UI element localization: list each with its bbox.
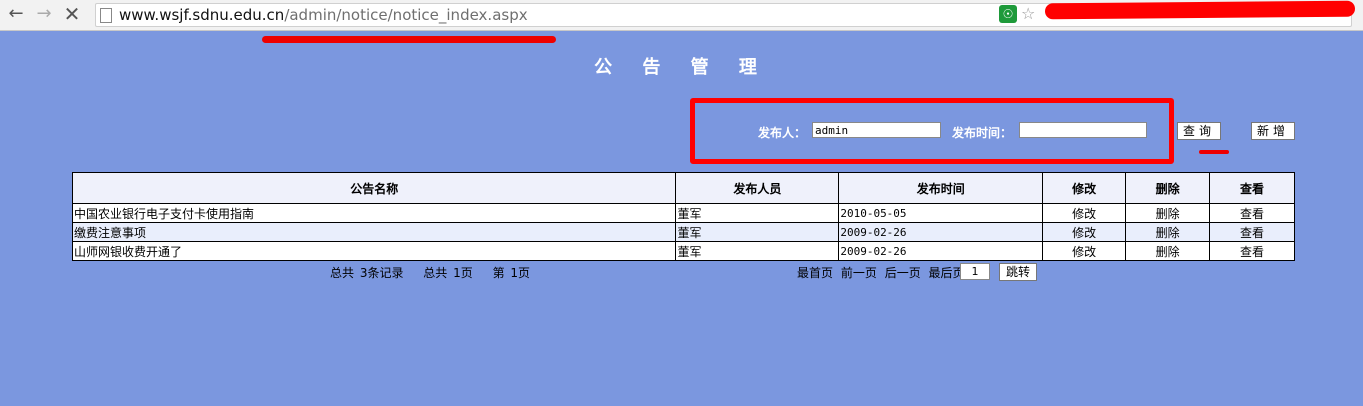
date-cell: 2009-02-26 [838, 222, 1044, 242]
publisher-cell: 董军 [675, 222, 840, 242]
table-row: 山师网银收费开通了 董军 2009-02-26 修改 删除 查看 [71, 241, 1295, 261]
pagination: 最首页 前一页 后一页 最后页 [797, 264, 969, 281]
header-notice-name: 公告名称 [71, 172, 677, 204]
page-number-input[interactable]: 1 [960, 263, 990, 280]
redaction-mark [1044, 0, 1356, 20]
record-summary: 总共 3条记录 总共 1页 第 1页 [330, 264, 544, 281]
query-button[interactable]: 查询 [1177, 122, 1221, 140]
view-link[interactable]: 查看 [1209, 203, 1295, 223]
edit-link[interactable]: 修改 [1042, 241, 1127, 261]
header-edit: 修改 [1042, 172, 1127, 204]
table-row: 缴费注意事项 董军 2009-02-26 修改 删除 查看 [71, 222, 1295, 242]
publisher-input[interactable]: admin [812, 122, 941, 138]
header-publish-time: 发布时间 [838, 172, 1044, 204]
url-path: /admin/notice/notice_index.aspx [284, 6, 528, 24]
view-link[interactable]: 查看 [1209, 241, 1295, 261]
publish-time-label: 发布时间： [952, 126, 1013, 140]
header-delete: 删除 [1125, 172, 1211, 204]
forward-arrow-icon[interactable]: → [34, 4, 54, 24]
current-page: 第 1页 [492, 266, 531, 280]
delete-link[interactable]: 删除 [1125, 241, 1211, 261]
view-link[interactable]: 查看 [1209, 222, 1295, 242]
edit-link[interactable]: 修改 [1042, 222, 1127, 242]
query-underline-annotation [1199, 150, 1229, 154]
table-row: 中国农业银行电子支付卡使用指南 董军 2010-05-05 修改 删除 查看 [71, 203, 1295, 223]
table-header-row: 公告名称 发布人员 发布时间 修改 删除 查看 [71, 172, 1295, 204]
add-button[interactable]: 新增 [1251, 122, 1295, 140]
total-pages: 总共 1页 [423, 266, 473, 280]
browser-toolbar: ← → ✕ www.wsjf.sdnu.edu.cn/admin/notice/… [0, 0, 1363, 31]
notice-name-cell: 中国农业银行电子支付卡使用指南 [71, 203, 677, 223]
bookmark-star-icon[interactable]: ☆ [1021, 4, 1035, 24]
delete-link[interactable]: 删除 [1125, 222, 1211, 242]
back-arrow-icon[interactable]: ← [6, 4, 26, 24]
url-text[interactable]: www.wsjf.sdnu.edu.cn/admin/notice/notice… [119, 4, 528, 26]
page-icon [100, 8, 112, 23]
url-host: www.wsjf.sdnu.edu.cn [119, 6, 285, 24]
publisher-label: 发布人： [758, 126, 807, 140]
notice-name-cell: 山师网银收费开通了 [71, 241, 677, 261]
first-page-link[interactable]: 最首页 [797, 266, 833, 280]
header-publisher: 发布人员 [675, 172, 840, 204]
page-title: 公 告 管 理 [594, 57, 769, 78]
publish-time-input[interactable] [1019, 122, 1147, 138]
url-underline-annotation [262, 36, 556, 43]
shield-extension-icon[interactable]: ☉ [999, 5, 1017, 23]
stop-loading-icon[interactable]: ✕ [62, 4, 82, 24]
notice-table: 公告名称 发布人员 发布时间 修改 删除 查看 中国农业银行电子支付卡使用指南 … [71, 172, 1295, 261]
header-view: 查看 [1209, 172, 1295, 204]
edit-link[interactable]: 修改 [1042, 203, 1127, 223]
jump-button[interactable]: 跳转 [999, 263, 1037, 281]
publisher-cell: 董军 [675, 241, 840, 261]
prev-page-link[interactable]: 前一页 [841, 266, 877, 280]
total-records: 总共 3条记录 [330, 266, 404, 280]
next-page-link[interactable]: 后一页 [885, 266, 921, 280]
publisher-cell: 董军 [675, 203, 840, 223]
date-cell: 2009-02-26 [838, 241, 1044, 261]
notice-name-cell: 缴费注意事项 [71, 222, 677, 242]
delete-link[interactable]: 删除 [1125, 203, 1211, 223]
date-cell: 2010-05-05 [838, 203, 1044, 223]
